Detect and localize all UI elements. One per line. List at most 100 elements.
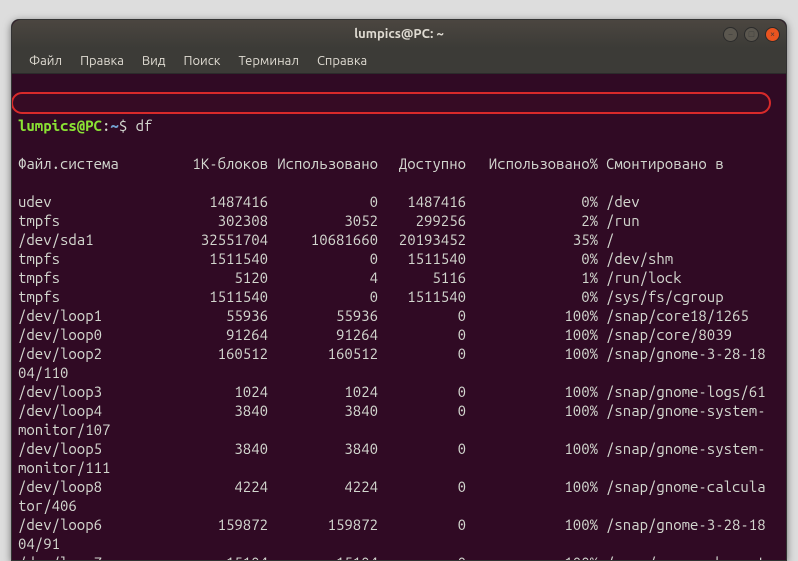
cell-mount: /snap/core18/1265 (598, 306, 749, 325)
cell-usedpct: 100% (466, 325, 598, 344)
cell-fs: /dev/loop5 (18, 439, 158, 458)
cell-usedpct: 100% (466, 382, 598, 401)
cell-avail: 0 (378, 401, 466, 420)
menu-search[interactable]: Поиск (174, 51, 229, 71)
table-row: tmpfs1511540015115400%/sys/fs/cgroup (18, 287, 780, 306)
table-row: /dev/loop5384038400100%/snap/gnome-syste… (18, 439, 780, 458)
cell-mount: /snap/gnome-system- (598, 439, 766, 458)
cell-usedpct: 100% (466, 439, 598, 458)
header-mount: Смонтировано в (598, 154, 724, 173)
menu-help[interactable]: Справка (308, 51, 376, 71)
cell-blocks: 5120 (158, 268, 268, 287)
cell-blocks: 91264 (158, 325, 268, 344)
cell-usedpct: 100% (466, 477, 598, 496)
cell-avail: 0 (378, 325, 466, 344)
cell-usedpct: 0% (466, 287, 598, 306)
cell-avail: 0 (378, 477, 466, 496)
cell-used: 3052 (268, 211, 378, 230)
cell-used: 4 (268, 268, 378, 287)
cell-usedpct: 35% (466, 230, 598, 249)
table-row-wrap: 04/110 (18, 363, 780, 382)
cell-mount: /dev (598, 192, 640, 211)
table-row: /dev/loop3102410240100%/snap/gnome-logs/… (18, 382, 780, 401)
cell-mount: /sys/fs/cgroup (598, 287, 724, 306)
cell-usedpct: 100% (466, 553, 598, 560)
cell-blocks: 4224 (158, 477, 268, 496)
cell-used: 10681660 (268, 230, 378, 249)
cell-avail: 1511540 (378, 287, 466, 306)
cell-used: 91264 (268, 325, 378, 344)
prompt-end: $ (119, 117, 136, 134)
cell-mount: /snap/gnome-system- (598, 401, 766, 420)
cell-avail: 0 (378, 439, 466, 458)
window-controls: − □ × (723, 27, 780, 42)
cell-fs: tmpfs (18, 268, 158, 287)
maximize-button[interactable]: □ (744, 27, 759, 42)
cell-used: 4224 (268, 477, 378, 496)
cell-fs: /dev/loop6 (18, 515, 158, 534)
cell-blocks: 1511540 (158, 287, 268, 306)
cell-fs: /dev/loop2 (18, 344, 158, 363)
menu-file[interactable]: Файл (20, 51, 71, 71)
cell-used: 160512 (268, 344, 378, 363)
cell-usedpct: 100% (466, 515, 598, 534)
cell-fs: /dev/loop8 (18, 477, 158, 496)
cell-avail: 0 (378, 344, 466, 363)
df-rows: udev1487416014874160%/dev tmpfs 3023083052… (18, 192, 780, 560)
cell-mount: /snap/gnome-calcula (598, 477, 766, 496)
table-row-wrap: monitor/107 (18, 420, 780, 439)
cell-mount: / (598, 230, 614, 249)
prompt-path: ~ (110, 117, 118, 134)
cell-mount: /dev/shm (598, 249, 673, 268)
menu-edit[interactable]: Правка (71, 51, 133, 71)
titlebar[interactable]: lumpics@PC: ~ − □ × (12, 20, 786, 48)
terminal-window: lumpics@PC: ~ − □ × Файл Правка Вид Поис… (11, 19, 787, 561)
minimize-button[interactable]: − (723, 27, 738, 42)
cell-mount: /snap/core/8039 (598, 325, 732, 344)
table-row: /dev/loop61598721598720100%/snap/gnome-3… (18, 515, 780, 534)
table-row: /dev/loop155936559360100%/snap/core18/12… (18, 306, 780, 325)
cell-fs: /dev/loop3 (18, 382, 158, 401)
cell-avail: 0 (378, 553, 466, 560)
cell-used: 3840 (268, 401, 378, 420)
table-row: udev1487416014874160%/dev (18, 192, 780, 211)
table-row: /dev/loop091264912640100%/snap/core/8039 (18, 325, 780, 344)
cell-usedpct: 0% (466, 249, 598, 268)
cell-blocks: 55936 (158, 306, 268, 325)
cell-avail: 5116 (378, 268, 466, 287)
table-row-wrap: 04/91 (18, 534, 780, 553)
menu-view[interactable]: Вид (133, 51, 175, 71)
cell-fs: udev (18, 192, 158, 211)
cell-usedpct: 2% (466, 211, 598, 230)
cell-used: 159872 (268, 515, 378, 534)
cell-fs: /dev/loop7 (18, 553, 158, 560)
close-button[interactable]: × (765, 27, 780, 42)
cell-avail: 0 (378, 306, 466, 325)
menubar: Файл Правка Вид Поиск Терминал Справка (12, 48, 786, 74)
table-row: /dev/loop8422442240100%/snap/gnome-calcu… (18, 477, 780, 496)
table-row: /dev/sda132551704106816602019345235%/ (18, 230, 780, 249)
header-avail: Доступно (378, 154, 466, 173)
cell-mount: /snap/gnome-logs/61 (598, 382, 766, 401)
table-row: /dev/loop715104151040100%/snap/gnome-cha… (18, 553, 780, 560)
cell-mount: /snap/gnome-3-28-18 (598, 515, 766, 534)
header-used: Использовано (268, 154, 378, 173)
cell-mount: /run (598, 211, 640, 230)
menu-terminal[interactable]: Терминал (229, 51, 307, 71)
table-row: tmpfs1511540015115400%/dev/shm (18, 249, 780, 268)
terminal-area[interactable]: lumpics@PC:~$ df Файл.система1K-блоковИс… (12, 74, 786, 560)
header-usedpct: Использовано% (466, 154, 598, 173)
cell-used: 0 (268, 287, 378, 306)
cell-usedpct: 100% (466, 306, 598, 325)
cell-blocks: 1024 (158, 382, 268, 401)
cell-mount: /snap/gnome-3-28-18 (598, 344, 766, 363)
cell-mount: /snap/gnome-charact (598, 553, 766, 560)
cell-blocks: 1511540 (158, 249, 268, 268)
table-row-wrap: monitor/111 (18, 458, 780, 477)
cell-blocks: 302308 (158, 211, 268, 230)
cell-avail: 299256 (378, 211, 466, 230)
cell-mount: /run/lock (598, 268, 682, 287)
cell-used: 0 (268, 249, 378, 268)
cell-blocks: 160512 (158, 344, 268, 363)
cell-used: 3840 (268, 439, 378, 458)
